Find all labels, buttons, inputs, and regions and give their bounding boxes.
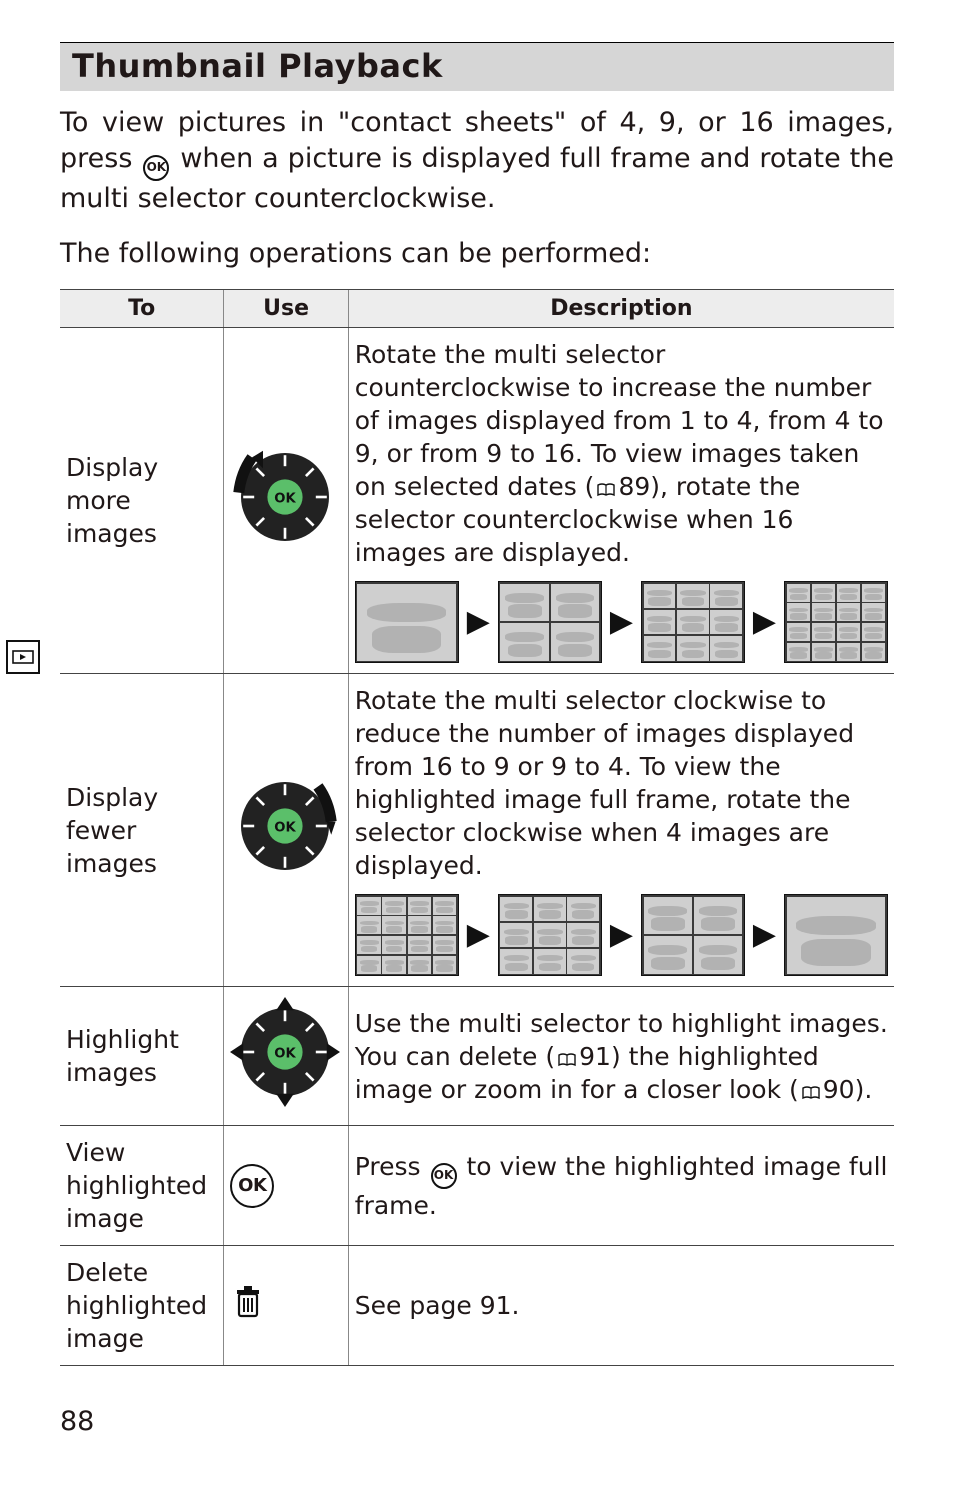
arrow-right-icon: ▶ — [610, 602, 633, 642]
cell-desc: Use the multi selector to highlight imag… — [348, 987, 894, 1126]
grid-4 — [498, 581, 602, 663]
cell-to: Display more images — [60, 328, 224, 674]
grid-9 — [641, 581, 745, 663]
book-icon — [557, 1053, 577, 1067]
table-row: Delete highlighted image See page 91 — [60, 1246, 894, 1366]
arrow-right-icon: ▶ — [753, 602, 776, 642]
cell-use: OK — [224, 1126, 348, 1246]
cell-to: Display fewer images — [60, 674, 224, 987]
grid-16 — [784, 581, 888, 663]
cell-desc: Press OK to view the highlighted image f… — [348, 1126, 894, 1246]
page-root: Thumbnail Playback To view pictures in "… — [0, 0, 954, 1485]
cell-use — [224, 1246, 348, 1366]
intro-1b: when a picture is displayed full frame a… — [60, 143, 894, 214]
thumb-sequence: ▶ ▶ ▶ — [355, 581, 888, 663]
ok-icon: OK — [431, 1163, 457, 1189]
desc-pageref: 90 — [823, 1075, 855, 1104]
cell-use: OK — [224, 328, 348, 674]
arrow-right-icon: ▶ — [467, 915, 490, 955]
trash-icon — [230, 1284, 266, 1320]
desc-pageref: 91 — [579, 1042, 611, 1071]
cell-desc: See page 91. — [348, 1246, 894, 1366]
desc-pageref: 89 — [618, 472, 650, 501]
intro-paragraph-1: To view pictures in "contact sheets" of … — [60, 105, 894, 216]
operations-table: To Use Description Display more images O… — [60, 289, 894, 1366]
arrow-right-icon: ▶ — [610, 915, 633, 955]
grid-9 — [498, 894, 602, 976]
svg-text:OK: OK — [275, 1047, 297, 1062]
cell-desc: Rotate the multi selector counterclockwi… — [348, 328, 894, 674]
table-row: Display fewer images OK — [60, 674, 894, 987]
table-head: To Use Description — [60, 290, 894, 328]
section-heading-band: Thumbnail Playback — [60, 42, 894, 91]
intro-paragraph-2: The following operations can be performe… — [60, 238, 894, 269]
grid-1 — [784, 894, 888, 976]
book-icon — [801, 1086, 821, 1100]
dial-directions-icon: OK — [230, 997, 340, 1107]
svg-text:OK: OK — [275, 821, 297, 836]
section-tab-playback — [6, 640, 40, 674]
th-use: Use — [224, 290, 348, 328]
cell-desc: Rotate the multi selector clockwise to r… — [348, 674, 894, 987]
table-row: Display more images OK — [60, 328, 894, 674]
arrow-right-icon: ▶ — [467, 602, 490, 642]
arrow-right-icon: ▶ — [753, 915, 776, 955]
desc-text: Rotate the multi selector counterclockwi… — [355, 338, 888, 569]
grid-16 — [355, 894, 459, 976]
svg-text:OK: OK — [275, 491, 297, 506]
cell-to: View highlighted image — [60, 1126, 224, 1246]
cell-use: OK — [224, 674, 348, 987]
dial-cw-icon: OK — [230, 771, 340, 881]
cell-to: Delete highlighted image — [60, 1246, 224, 1366]
cell-use: OK — [224, 987, 348, 1126]
ok-button-icon: OK — [230, 1164, 274, 1208]
grid-1 — [355, 581, 459, 663]
th-to: To — [60, 290, 224, 328]
th-desc: Description — [348, 290, 894, 328]
desc-fragment: ). — [855, 1075, 873, 1104]
ok-icon: OK — [143, 155, 169, 181]
table-row: View highlighted image OK Press OK to vi… — [60, 1126, 894, 1246]
page-number: 88 — [60, 1406, 894, 1437]
desc-text: Rotate the multi selector clockwise to r… — [355, 684, 888, 882]
desc-fragment: Press — [355, 1152, 429, 1181]
section-title: Thumbnail Playback — [72, 47, 884, 85]
cell-to: Highlight images — [60, 987, 224, 1126]
book-icon — [596, 483, 616, 497]
play-icon — [12, 650, 34, 664]
dial-ccw-icon: OK — [230, 442, 340, 552]
table-row: Highlight images OK — [60, 987, 894, 1126]
grid-4 — [641, 894, 745, 976]
thumb-sequence: ▶ ▶ ▶ — [355, 894, 888, 976]
